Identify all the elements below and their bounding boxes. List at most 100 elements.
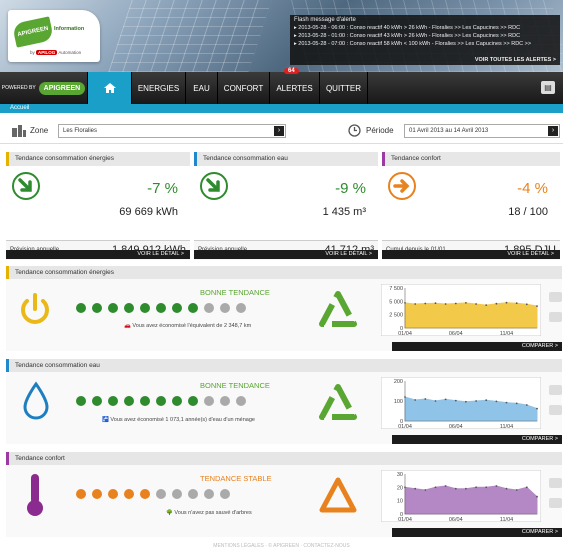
chart-x-tick: 01/04 xyxy=(398,331,412,336)
chart-point xyxy=(515,402,518,405)
building-image xyxy=(108,0,272,72)
trend-dot-filled xyxy=(92,303,102,313)
buildings-icon xyxy=(12,125,26,137)
section-title: Tendance consommation énergies xyxy=(6,266,562,279)
trend-dot-filled xyxy=(156,396,166,406)
trend-dot-empty xyxy=(236,396,246,406)
nav-alertes[interactable]: 64 ALERTES xyxy=(270,68,320,104)
nav-home[interactable] xyxy=(88,72,132,104)
chart-point xyxy=(505,487,508,490)
trend-dot-empty xyxy=(220,303,230,313)
logo-mark: APIGREEN xyxy=(11,16,55,48)
trend-percentage: -4 % xyxy=(517,180,548,197)
download-icon[interactable] xyxy=(549,292,562,302)
chart-point xyxy=(495,485,498,487)
trend-dot-filled xyxy=(140,303,150,313)
period-select[interactable]: 01 Avril 2013 au 14 Avril 2013 › xyxy=(404,124,560,138)
download-icon[interactable] xyxy=(549,385,562,395)
savings-note: 🚰 Vous avez économisé 1 073,1 année(s) d… xyxy=(102,417,255,423)
chart-point xyxy=(444,398,447,401)
flash-alert-item[interactable]: ▸ 2013-05-28 - 01:00 : Conso reactif 43 … xyxy=(294,32,556,40)
zone-select[interactable]: Les Floralies › xyxy=(58,124,286,138)
flash-alert-item[interactable]: ▸ 2013-05-28 - 07:00 : Conso reactif 58 … xyxy=(294,40,556,48)
flash-alert-item[interactable]: ▸ 2013-05-28 - 06:00 : Conso reactif 40 … xyxy=(294,24,556,32)
chart-point xyxy=(536,305,538,307)
faucet-icon: 🚰 xyxy=(102,417,109,423)
chart-y-tick: 2 500 xyxy=(389,313,403,319)
apigreen-logo[interactable]: APIGREEN Information by APILOG Automatio… xyxy=(8,10,100,62)
section-eau: Tendance consommation eau BONNE TENDANCE… xyxy=(6,359,562,444)
header-banner: APIGREEN Information by APILOG Automatio… xyxy=(0,0,563,72)
trend-dot-filled xyxy=(108,303,118,313)
chart-x-tick: 01/04 xyxy=(398,424,412,429)
chart-point xyxy=(424,489,427,491)
chart-point xyxy=(495,400,498,403)
chart-point xyxy=(454,399,457,402)
card-title: Tendance consommation eau xyxy=(194,152,378,166)
nav-energies[interactable]: ENERGIES xyxy=(132,72,186,104)
trend-dots xyxy=(76,303,246,313)
nav-confort[interactable]: CONFORT xyxy=(218,72,270,104)
trend-percentage: -9 % xyxy=(335,180,366,197)
chart-point xyxy=(525,486,528,489)
period-label: Période xyxy=(366,126,394,135)
trend-dot-filled xyxy=(156,303,166,313)
printer-icon[interactable] xyxy=(549,498,562,508)
trend-dot-empty xyxy=(172,489,182,499)
see-detail-link[interactable]: VOIR LE DÉTAIL > xyxy=(6,250,190,259)
chart-point xyxy=(485,399,488,402)
home-icon xyxy=(103,83,116,93)
chart-point xyxy=(414,487,417,490)
compare-link[interactable]: COMPARER > xyxy=(392,342,562,351)
chart-point xyxy=(475,400,477,402)
chevron-right-icon: › xyxy=(274,126,284,136)
footer-links[interactable]: MENTIONS LÉGALES · © APIGREEN · CONTACTE… xyxy=(0,543,563,549)
compare-link[interactable]: COMPARER > xyxy=(392,435,562,444)
chart-point xyxy=(475,303,477,305)
see-all-alerts-link[interactable]: VOIR TOUTES LES ALERTES > xyxy=(475,57,556,63)
comfort-score: 18 / 100 xyxy=(508,206,548,218)
printer-icon[interactable] xyxy=(549,312,562,322)
power-icon xyxy=(21,293,49,324)
trend-dot-filled xyxy=(124,396,134,406)
chart-point xyxy=(485,304,488,306)
comfort-chart: 302010001/04 06/04 11/04 xyxy=(381,470,541,522)
section-title: Tendance confort xyxy=(6,452,562,465)
trend-dot-empty xyxy=(220,396,230,406)
trend-dot-filled xyxy=(76,303,86,313)
arrow-right-icon xyxy=(388,172,416,200)
chart-point xyxy=(454,302,457,305)
see-detail-link[interactable]: VOIR LE DÉTAIL > xyxy=(194,250,378,259)
see-detail-link[interactable]: VOIR LE DÉTAIL > xyxy=(382,250,560,259)
download-icon[interactable] xyxy=(549,478,562,488)
chart-point xyxy=(444,303,447,305)
printer-icon[interactable] xyxy=(549,405,562,415)
chart-y-tick: 7 500 xyxy=(389,286,403,292)
chart-x-tick: 11/04 xyxy=(500,331,513,336)
flash-title: Flash message d'alerte xyxy=(294,17,356,23)
chart-x-tick: 06/04 xyxy=(449,424,463,429)
water-chart: 200100001/04 06/04 11/04 xyxy=(381,377,541,429)
chart-x-tick: 01/04 xyxy=(398,517,412,522)
chart-point xyxy=(515,302,518,305)
breadcrumb[interactable]: Accueil xyxy=(0,104,563,113)
car-icon: 🚗 xyxy=(124,323,131,329)
tree-icon: 🌳 xyxy=(166,510,173,516)
zone-label: Zone xyxy=(30,126,49,135)
nav-eau[interactable]: EAU xyxy=(186,72,218,104)
trend-dot-empty xyxy=(204,303,214,313)
arrow-down-right-icon xyxy=(200,172,228,200)
compare-link[interactable]: COMPARER > xyxy=(392,528,562,537)
savings-note: 🚗 Vous avez économisé l'équivalent de 2 … xyxy=(124,323,252,329)
energy-chart: 7 5005 0002 500001/04 06/04 11/04 xyxy=(381,284,541,336)
nav-quitter[interactable]: QUITTER xyxy=(320,72,368,104)
powered-by-badge: POWERED BY APIGREEN xyxy=(0,72,88,104)
chart-x-tick: 11/04 xyxy=(500,517,513,522)
chart-y-tick: 30 xyxy=(397,472,403,478)
trend-dot-filled xyxy=(124,489,134,499)
chart-point xyxy=(505,301,508,304)
chart-point xyxy=(475,486,477,489)
printer-icon[interactable]: ▤ xyxy=(541,81,555,94)
chart-point xyxy=(465,487,467,490)
chart-point xyxy=(434,486,437,489)
